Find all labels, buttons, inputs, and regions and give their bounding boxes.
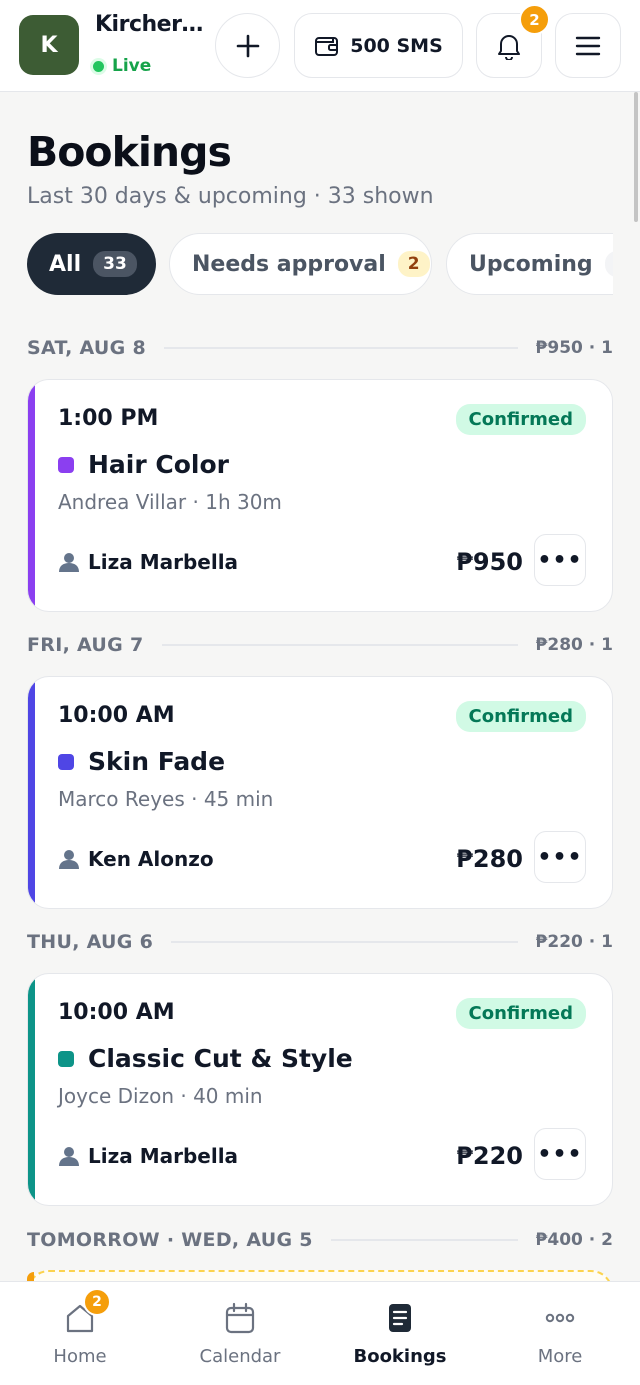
status-badge: Confirmed bbox=[455, 998, 586, 1029]
booking-price: ₱950 bbox=[456, 548, 523, 576]
sms-credits-label: 500 SMS bbox=[350, 34, 443, 57]
person-icon bbox=[59, 1147, 79, 1166]
day-label: FRI, AUG 7 bbox=[27, 634, 144, 656]
tab-count-badge: 7 bbox=[604, 251, 613, 277]
tab-label: Needs approval bbox=[192, 251, 386, 277]
service-color-swatch bbox=[58, 1050, 74, 1067]
staff-name: Liza Marbella bbox=[88, 1144, 239, 1168]
nav-calendar[interactable]: Calendar bbox=[160, 1282, 320, 1385]
staff-name: Liza Marbella bbox=[88, 550, 239, 574]
tab-count-badge: 33 bbox=[93, 251, 137, 277]
staff: Ken Alonzo bbox=[58, 847, 214, 871]
service: Skin Fade bbox=[58, 747, 225, 776]
staff: Liza Marbella bbox=[58, 550, 238, 574]
tab-label: All bbox=[49, 251, 82, 277]
tab-needs-approval[interactable]: Needs approval 2 bbox=[169, 233, 432, 295]
tab-all[interactable]: All 33 bbox=[27, 233, 156, 295]
day-label: TOMORROW · WED, AUG 5 bbox=[27, 1229, 313, 1251]
live-dot-icon bbox=[93, 60, 104, 72]
sms-credits-button[interactable]: 500 SMS bbox=[294, 13, 463, 78]
plus-icon bbox=[236, 34, 259, 57]
day-total: ₱220 · 1 bbox=[535, 932, 613, 952]
day-header: THU, AUG 6 ₱220 · 1 bbox=[27, 928, 613, 956]
day-header: SAT, AUG 8 ₱950 · 1 bbox=[27, 334, 613, 362]
menu-button[interactable] bbox=[555, 13, 621, 78]
tab-label: Upcoming bbox=[469, 251, 593, 277]
divider bbox=[171, 941, 518, 943]
bottom-nav: Home 2 Calendar Bookings More bbox=[0, 1281, 640, 1385]
staff: Liza Marbella bbox=[58, 1144, 238, 1168]
scrollbar[interactable] bbox=[634, 92, 638, 222]
status-badge: Confirmed bbox=[455, 701, 586, 732]
staff-name: Ken Alonzo bbox=[88, 847, 214, 871]
top-bar: K Kircher… Live 500 SMS 2 bbox=[0, 0, 640, 92]
client-and-duration: Marco Reyes · 45 min bbox=[58, 787, 274, 811]
booking-card[interactable]: 10:00 AM Confirmed Classic Cut & Style J… bbox=[27, 973, 613, 1206]
divider bbox=[163, 347, 518, 349]
more-dots-icon bbox=[542, 1300, 578, 1336]
client-and-duration: Joyce Dizon · 40 min bbox=[58, 1084, 263, 1108]
day-total: ₱400 · 2 bbox=[535, 1230, 613, 1250]
booking-price: ₱220 bbox=[456, 1142, 523, 1170]
client-and-duration: Andrea Villar · 1h 30m bbox=[58, 490, 282, 514]
business-avatar[interactable]: K bbox=[19, 15, 79, 75]
day-header: TOMORROW · WED, AUG 5 ₱400 · 2 bbox=[27, 1226, 613, 1254]
service-color-bar bbox=[28, 380, 35, 611]
service-color-swatch bbox=[58, 456, 74, 473]
nav-label: Calendar bbox=[199, 1346, 281, 1367]
page-title: Bookings bbox=[27, 128, 232, 176]
person-icon bbox=[59, 553, 79, 572]
tab-count-badge: 2 bbox=[397, 251, 430, 277]
day-total: ₱280 · 1 bbox=[535, 635, 613, 655]
filter-tabs: All 33 Needs approval 2 Upcoming 7 bbox=[27, 233, 613, 297]
nav-bookings[interactable]: Bookings bbox=[320, 1282, 480, 1385]
status-badge: Confirmed bbox=[455, 404, 586, 435]
service: Classic Cut & Style bbox=[58, 1044, 353, 1073]
day-header: FRI, AUG 7 ₱280 · 1 bbox=[27, 631, 613, 659]
booking-card[interactable]: 10:00 AM Confirmed Skin Fade Marco Reyes… bbox=[27, 676, 613, 909]
business-name[interactable]: Kircher… bbox=[95, 12, 203, 37]
person-icon bbox=[59, 850, 79, 869]
tab-upcoming[interactable]: Upcoming 7 bbox=[446, 233, 613, 295]
service-color-bar bbox=[28, 974, 35, 1205]
add-button[interactable] bbox=[215, 13, 280, 78]
bell-icon bbox=[498, 34, 520, 60]
live-status: Live bbox=[93, 56, 151, 76]
day-label: THU, AUG 6 bbox=[27, 931, 154, 953]
live-status-label: Live bbox=[112, 56, 152, 76]
service: Hair Color bbox=[58, 450, 229, 479]
service-name: Hair Color bbox=[88, 450, 229, 479]
nav-more[interactable]: More bbox=[480, 1282, 640, 1385]
more-options-button[interactable]: ••• bbox=[534, 534, 586, 586]
nav-label: More bbox=[537, 1346, 583, 1367]
booking-time: 10:00 AM bbox=[58, 1000, 175, 1025]
booking-time: 10:00 AM bbox=[58, 703, 175, 728]
more-options-button[interactable]: ••• bbox=[534, 831, 586, 883]
page-subtitle: Last 30 days & upcoming · 33 shown bbox=[27, 184, 434, 209]
day-total: ₱950 · 1 bbox=[535, 338, 613, 358]
booking-card[interactable]: 1:00 PM Confirmed Hair Color Andrea Vill… bbox=[27, 379, 613, 612]
divider bbox=[330, 1239, 518, 1241]
bookings-icon bbox=[382, 1300, 418, 1336]
service-name: Classic Cut & Style bbox=[88, 1044, 353, 1073]
booking-time: 1:00 PM bbox=[58, 406, 159, 431]
service-name: Skin Fade bbox=[88, 747, 226, 776]
calendar-icon bbox=[222, 1300, 258, 1336]
day-label: SAT, AUG 8 bbox=[27, 337, 146, 359]
nav-badge: 2 bbox=[83, 1288, 111, 1316]
booking-price: ₱280 bbox=[456, 845, 523, 873]
nav-home[interactable]: Home 2 bbox=[0, 1282, 160, 1385]
service-color-swatch bbox=[58, 753, 74, 770]
service-color-bar bbox=[28, 677, 35, 908]
nav-label: Bookings bbox=[353, 1346, 447, 1367]
notification-count-badge: 2 bbox=[519, 4, 550, 35]
nav-label: Home bbox=[53, 1346, 107, 1367]
wallet-icon bbox=[315, 36, 339, 56]
divider bbox=[161, 644, 518, 646]
hamburger-menu-icon bbox=[575, 36, 601, 55]
more-options-button[interactable]: ••• bbox=[534, 1128, 586, 1180]
